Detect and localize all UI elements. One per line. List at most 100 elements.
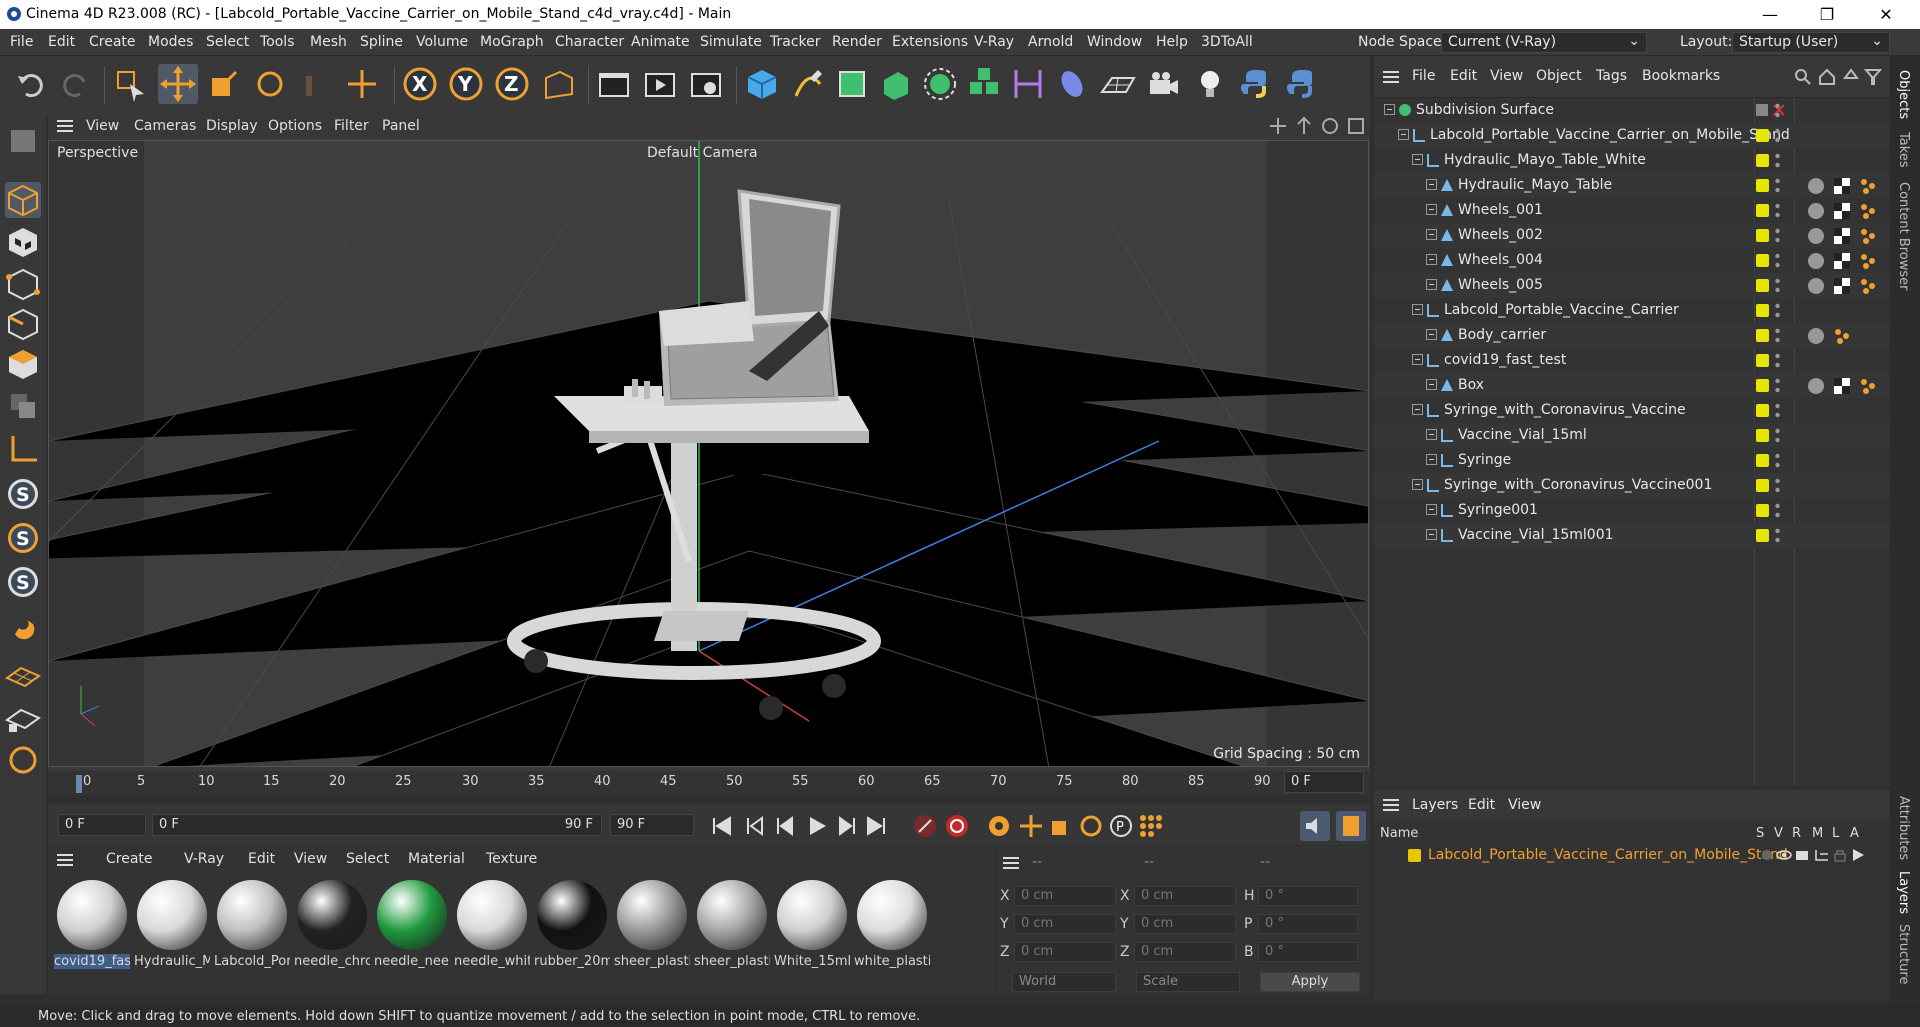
menu-arnold[interactable]: Arnold [1028, 34, 1073, 50]
menu-vray[interactable]: V-Ray [974, 34, 1014, 50]
layer-color-swatch[interactable] [1756, 179, 1769, 192]
render-view-icon[interactable] [594, 64, 634, 104]
timeline-sound-icon[interactable] [1300, 811, 1330, 841]
start-frame-field[interactable]: 0 F [58, 814, 146, 836]
workplane-icon[interactable] [4, 658, 42, 694]
viewport-menu-filter[interactable]: Filter [334, 118, 369, 134]
object-row[interactable]: Box [1374, 373, 1890, 398]
object-row[interactable]: Syringe_with_Coronavirus_Vaccine001 [1374, 473, 1890, 498]
viewport-maximize-icon[interactable] [1346, 116, 1366, 140]
expand-toggle-icon[interactable] [1426, 204, 1437, 219]
visibility-dots-icon[interactable] [1775, 451, 1780, 471]
visibility-dots-icon[interactable] [1775, 401, 1780, 421]
material-menu-select[interactable]: Select [346, 851, 389, 867]
layer-visible-icon[interactable] [1776, 848, 1792, 866]
menu-help[interactable]: Help [1156, 34, 1188, 50]
object-row[interactable]: Wheels_001 [1374, 198, 1890, 223]
texture-tag-icon[interactable] [1832, 276, 1852, 296]
menu-tools[interactable]: Tools [260, 34, 295, 50]
menu-modes[interactable]: Modes [148, 34, 193, 50]
object-row[interactable]: Syringe001 [1374, 498, 1890, 523]
previous-frame-icon[interactable] [772, 813, 798, 843]
expand-toggle-icon[interactable] [1426, 454, 1437, 469]
layer-color-swatch[interactable] [1756, 429, 1769, 442]
material-tag-icon[interactable] [1806, 376, 1826, 396]
hamburger-icon[interactable] [1002, 854, 1020, 876]
visibility-dots-icon[interactable] [1775, 351, 1780, 371]
visibility-dots-icon[interactable] [1775, 301, 1780, 321]
visibility-dots-icon[interactable] [1775, 326, 1780, 346]
menu-character[interactable]: Character [555, 34, 624, 50]
material-menu-material[interactable]: Material [408, 851, 465, 867]
material-menu-edit[interactable]: Edit [248, 851, 275, 867]
material-swatch[interactable]: sheer_plasti [614, 880, 690, 978]
vray-tag-icon[interactable] [1858, 226, 1878, 246]
object-menu-file[interactable]: File [1412, 68, 1435, 84]
expand-toggle-icon[interactable] [1426, 504, 1437, 519]
dynamic-guides-icon[interactable] [5, 742, 41, 778]
material-swatch[interactable]: needle_whit [454, 880, 530, 978]
light-icon[interactable] [1190, 64, 1230, 104]
vray-tag-icon[interactable] [1832, 326, 1852, 346]
layer-color-swatch[interactable] [1756, 479, 1769, 492]
quantize-icon[interactable]: S [5, 564, 41, 600]
object-menu-view[interactable]: View [1490, 68, 1523, 84]
object-row[interactable]: Syringe [1374, 448, 1890, 473]
hamburger-icon[interactable] [1382, 68, 1400, 90]
uv-mode-icon[interactable] [5, 388, 41, 424]
object-name[interactable]: Wheels_005 [1458, 277, 1543, 293]
menu-animate[interactable]: Animate [631, 34, 690, 50]
material-swatch[interactable]: sheer_plasti [694, 880, 770, 978]
layer-menu-edit[interactable]: Edit [1468, 797, 1495, 813]
menu-volume[interactable]: Volume [416, 34, 468, 50]
layer-color-swatch[interactable] [1756, 229, 1769, 242]
key-rotation-icon[interactable] [1078, 813, 1104, 843]
rotation-h-field[interactable]: 0 ° [1258, 886, 1358, 906]
object-name[interactable]: Hydraulic_Mayo_Table [1458, 177, 1612, 193]
object-name[interactable]: Wheels_004 [1458, 252, 1543, 268]
menu-mograph[interactable]: MoGraph [480, 34, 544, 50]
floor-icon[interactable] [1098, 64, 1138, 104]
magnet-icon[interactable] [5, 610, 41, 646]
size-z-field[interactable]: 0 cm [1134, 942, 1236, 962]
enable-checkbox-icon[interactable] [1756, 103, 1786, 121]
go-to-end-icon[interactable] [864, 813, 890, 843]
side-tab-content-browser[interactable]: Content Browser [1896, 182, 1911, 291]
object-row[interactable]: covid19_fast_test [1374, 348, 1890, 373]
layer-color-swatch[interactable] [1756, 529, 1769, 542]
visibility-dots-icon[interactable] [1775, 226, 1780, 246]
object-row[interactable]: Vaccine_Vial_15ml [1374, 423, 1890, 448]
point-mode-icon[interactable] [5, 266, 41, 302]
material-tag-icon[interactable] [1806, 251, 1826, 271]
menu-edit[interactable]: Edit [48, 34, 75, 50]
visibility-dots-icon[interactable] [1775, 201, 1780, 221]
perspective-viewport[interactable]: Perspective Default Camera Grid Spacing … [48, 140, 1369, 767]
material-tag-icon[interactable] [1806, 226, 1826, 246]
visibility-dots-icon[interactable] [1775, 251, 1780, 271]
close-button[interactable]: ✕ [1866, 3, 1906, 27]
expand-toggle-icon[interactable] [1412, 154, 1423, 169]
material-swatch[interactable]: rubber_20m [534, 880, 610, 978]
rotation-b-field[interactable]: 0 ° [1258, 942, 1358, 962]
expand-toggle-icon[interactable] [1412, 479, 1423, 494]
autokey-icon[interactable] [944, 813, 970, 843]
viewport-menu-panel[interactable]: Panel [382, 118, 420, 134]
snap-icon[interactable]: S [5, 476, 41, 512]
visibility-dots-icon[interactable] [1775, 101, 1780, 121]
expand-toggle-icon[interactable] [1426, 529, 1437, 544]
side-tab-objects[interactable]: Objects [1896, 70, 1911, 119]
menu-3dtoall[interactable]: 3DToAll [1201, 34, 1253, 50]
layer-color-swatch[interactable] [1756, 404, 1769, 417]
expand-toggle-icon[interactable] [1412, 304, 1423, 319]
layer-color-swatch[interactable] [1756, 379, 1769, 392]
layer-color-swatch[interactable] [1756, 454, 1769, 467]
object-row[interactable]: Syringe_with_Coronavirus_Vaccine [1374, 398, 1890, 423]
material-swatch[interactable]: needle_nee [374, 880, 450, 978]
object-name[interactable]: covid19_fast_test [1444, 352, 1566, 368]
object-name[interactable]: Syringe [1458, 452, 1511, 468]
menu-simulate[interactable]: Simulate [700, 34, 762, 50]
texture-tag-icon[interactable] [1832, 251, 1852, 271]
size-y-field[interactable]: 0 cm [1134, 914, 1236, 934]
previous-key-icon[interactable] [742, 813, 768, 843]
layer-solo-icon[interactable] [1762, 850, 1772, 860]
